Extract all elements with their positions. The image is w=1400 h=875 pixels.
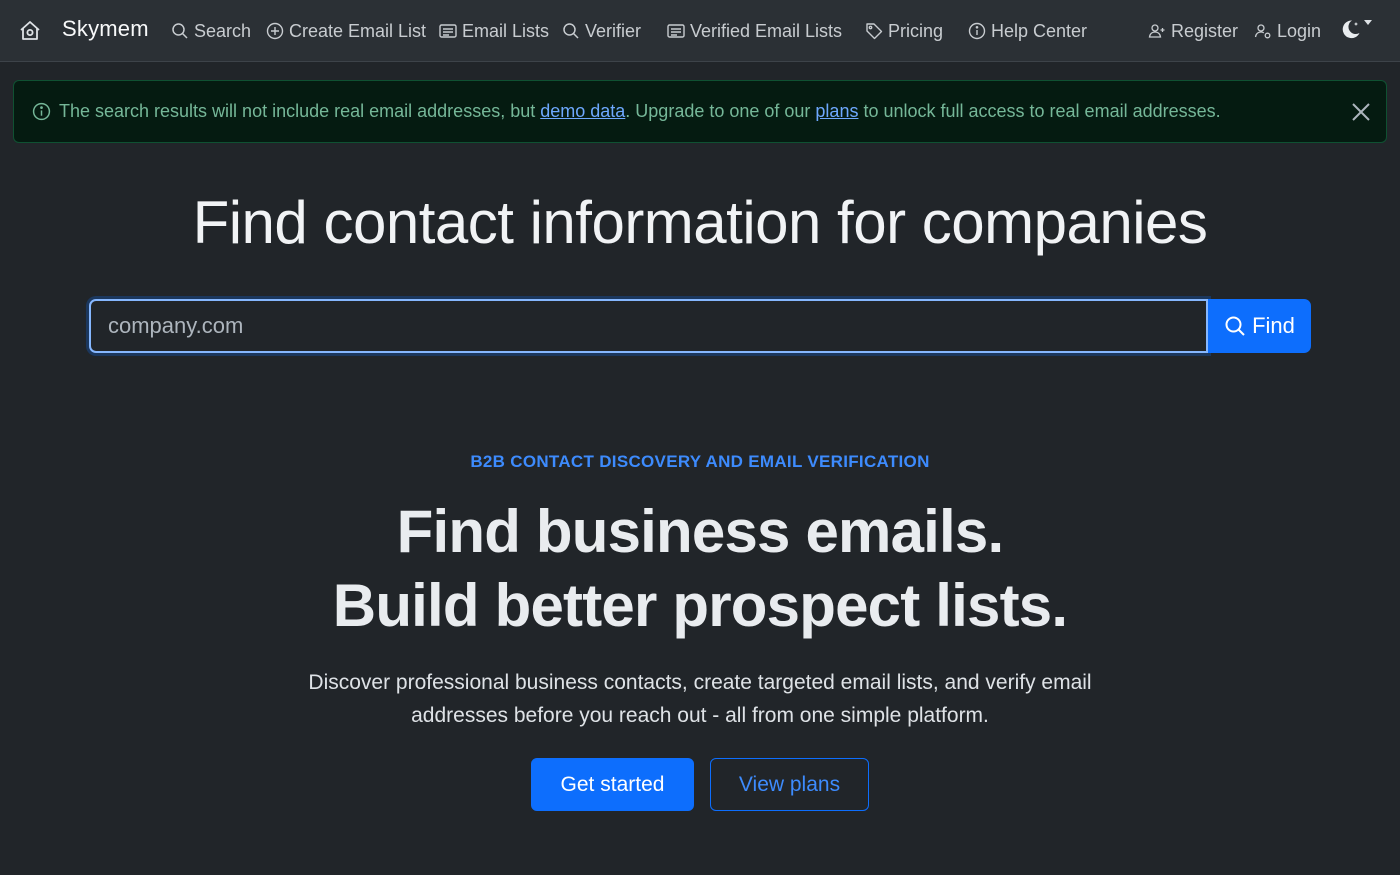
alert-text-middle: . Upgrade to one of our [625, 101, 816, 121]
page-title: Find contact information for companies [192, 189, 1208, 256]
brand-link[interactable]: Skymem [62, 16, 149, 42]
nav-help-center-label: Help Center [991, 20, 1088, 41]
nav-email-lists-label: Email Lists [462, 20, 550, 41]
nav-pricing[interactable]: Pricing [865, 18, 943, 44]
moon-icon [1342, 20, 1360, 39]
tag-icon [866, 23, 883, 40]
headline-line-1: Find business emails. [396, 498, 1005, 565]
alert-text: The search results will not include real… [59, 101, 1221, 122]
list-icon [439, 24, 457, 38]
nav-create-email-list[interactable]: Create Email List [266, 18, 426, 44]
person-add-icon [1148, 24, 1165, 38]
get-started-button[interactable]: Get started [531, 758, 694, 811]
list-icon [667, 24, 685, 38]
search-icon [1225, 316, 1245, 336]
demo-data-alert: The search results will not include real… [13, 80, 1387, 143]
top-navbar: Skymem Search Create Email List Email Li… [0, 0, 1400, 62]
lead-paragraph: Discover professional business contacts,… [308, 671, 1092, 727]
nav-verifier[interactable]: Verifier [562, 18, 641, 44]
home-icon[interactable] [18, 19, 42, 43]
person-gear-icon [1254, 24, 1271, 39]
headline: Find business emails. Build better prosp… [0, 495, 1400, 643]
nav-register[interactable]: Register [1148, 18, 1238, 44]
alert-text-end: to unlock full access to real email addr… [858, 101, 1221, 121]
theme-toggle[interactable] [1340, 14, 1376, 44]
nav-email-lists[interactable]: Email Lists [439, 18, 549, 44]
nav-verified-email-lists[interactable]: Verified Email Lists [667, 18, 842, 44]
plans-link[interactable]: plans [815, 101, 858, 121]
nav-login-label: Login [1277, 20, 1322, 41]
search-input[interactable] [89, 299, 1208, 353]
info-icon [32, 102, 51, 121]
find-button[interactable]: Find [1208, 299, 1311, 353]
search-icon [563, 23, 579, 39]
nav-search[interactable]: Search [171, 18, 251, 44]
company-search-form: Find [89, 299, 1311, 353]
close-icon[interactable] [1350, 101, 1372, 123]
eyebrow-text: B2B CONTACT DISCOVERY AND EMAIL VERIFICA… [470, 452, 930, 471]
nav-login[interactable]: Login [1254, 18, 1321, 44]
info-icon [968, 22, 986, 40]
view-plans-button[interactable]: View plans [710, 758, 869, 811]
nav-create-email-list-label: Create Email List [289, 20, 427, 41]
nav-pricing-label: Pricing [888, 20, 944, 41]
nav-help-center[interactable]: Help Center [968, 18, 1087, 44]
nav-search-label: Search [194, 20, 252, 41]
headline-line-2: Build better prospect lists. [332, 572, 1068, 639]
chevron-down-icon [1364, 19, 1372, 25]
nav-register-label: Register [1171, 20, 1239, 41]
alert-text-start: The search results will not include real… [59, 101, 541, 121]
plus-circle-icon [266, 22, 284, 40]
find-button-label: Find [1252, 313, 1295, 338]
nav-verifier-label: Verifier [585, 20, 642, 41]
search-icon [172, 23, 188, 39]
nav-verified-email-lists-label: Verified Email Lists [690, 20, 843, 41]
demo-data-link[interactable]: demo data [540, 101, 625, 121]
